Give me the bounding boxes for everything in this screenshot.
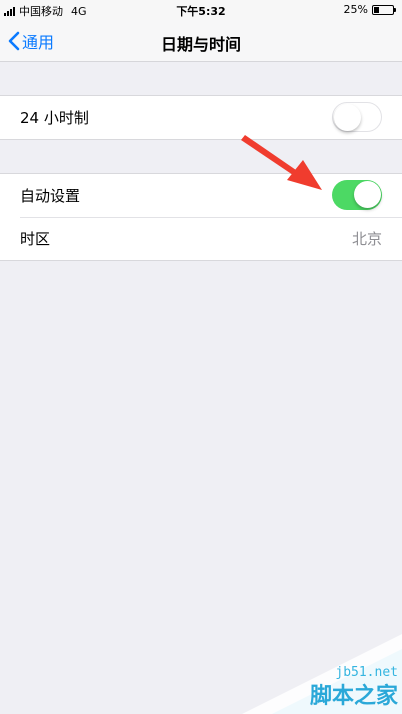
watermark: jb51.net 脚本之家 (242, 634, 402, 714)
watermark-name: 脚本之家 (309, 684, 398, 709)
red-arrow-annotation (241, 135, 322, 190)
